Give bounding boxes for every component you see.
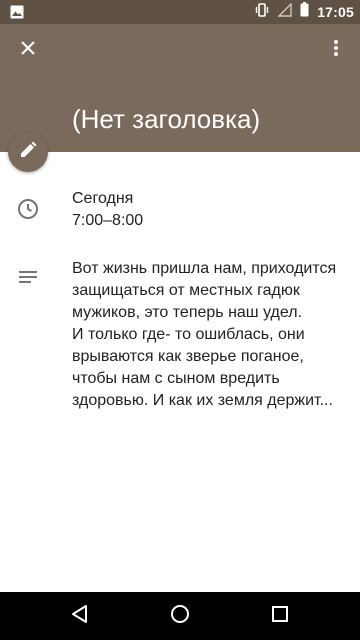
pencil-icon [19,141,37,164]
status-bar: 17:05 [0,0,360,24]
notes-icon [16,266,40,290]
home-button[interactable] [168,604,192,628]
close-button[interactable] [14,36,42,64]
event-time-range: 7:00–8:00 [72,212,144,229]
description-line: здоровью. И как их земля держит... [72,392,333,409]
description-line: Вот жизнь пришла нам, приходится [72,260,337,277]
more-vert-icon [333,39,339,62]
home-icon [170,604,190,629]
description-line: чтобы нам с сыном вредить [72,370,280,387]
battery-icon [300,2,309,22]
close-icon [20,40,36,61]
recents-button[interactable] [268,604,292,628]
edit-button[interactable] [8,132,48,172]
clock-icon [16,197,40,221]
back-icon [71,604,89,629]
event-header: (Нет заголовка) [0,24,360,152]
recents-icon [271,605,289,628]
description-line: И только где- то ошиблась, они [72,326,305,343]
navigation-bar [0,592,360,640]
event-time: Сегодня 7:00–8:00 [72,188,143,232]
description-line: мужиков, это теперь наш удел. [72,304,303,321]
event-description: Вот жизнь пришла нам, приходится защищат… [72,258,344,412]
description-line: защищаться от местных гадюк [72,282,300,299]
status-icons: 17:05 [254,0,354,24]
back-button[interactable] [68,604,92,628]
vibrate-icon [254,2,270,23]
status-time: 17:05 [317,4,354,20]
event-day: Сегодня [72,190,134,207]
image-icon [10,5,24,24]
more-options-button[interactable] [322,36,350,64]
description-line: врываются как зверье поганое, [72,348,304,365]
event-title: (Нет заголовка) [72,104,261,134]
signal-icon [277,1,292,22]
